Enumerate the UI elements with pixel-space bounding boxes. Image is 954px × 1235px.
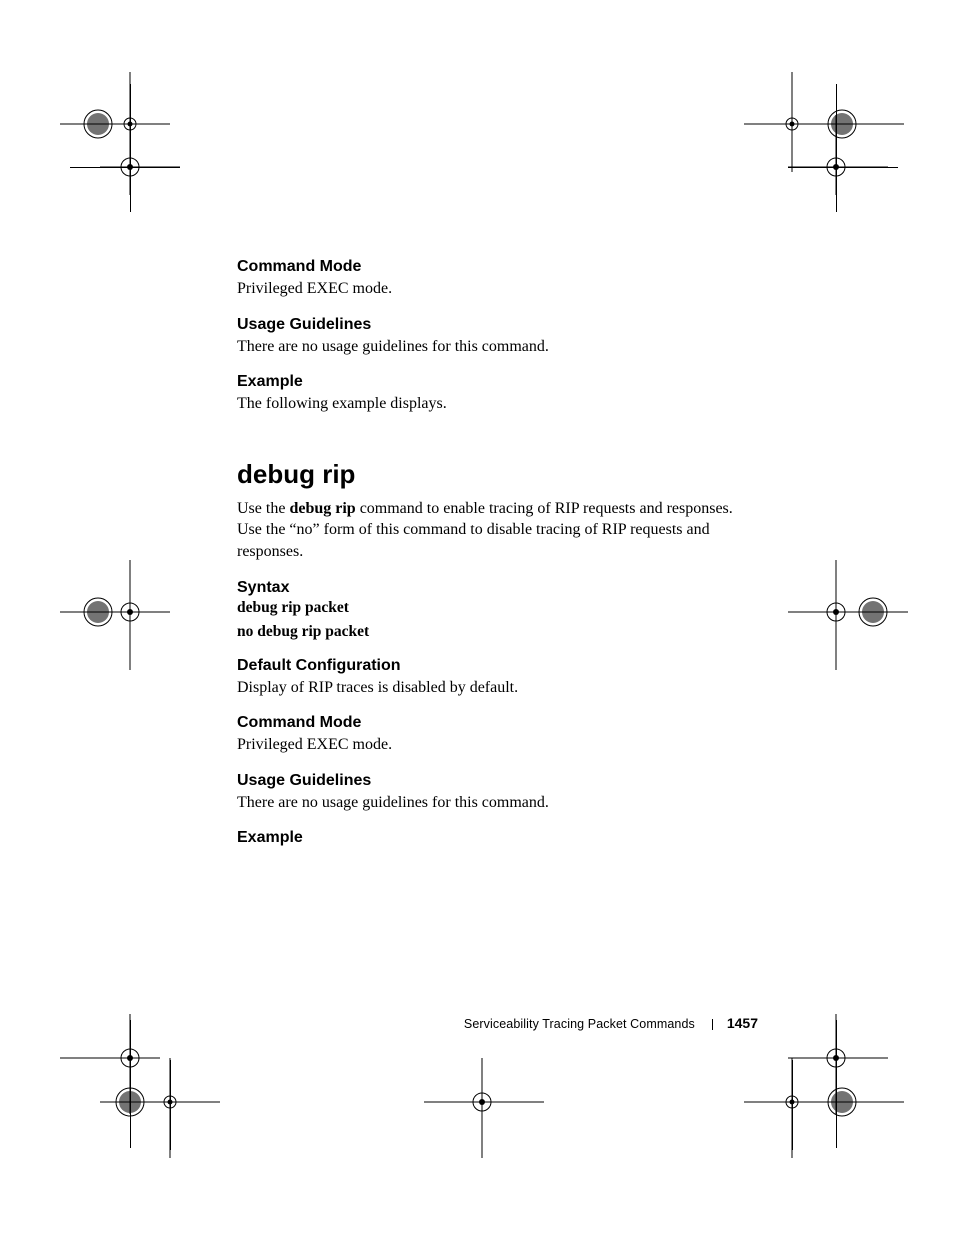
- heading-usage-guidelines: Usage Guidelines: [237, 316, 757, 334]
- text-usage-guidelines: There are no usage guidelines for this c…: [237, 336, 757, 358]
- intro-pre: Use the: [237, 500, 289, 517]
- heading-command-mode: Command Mode: [237, 258, 757, 276]
- guide-line: [130, 84, 131, 212]
- guide-line: [70, 167, 180, 168]
- crop-mark-icon: [60, 560, 170, 670]
- crop-mark-icon: [788, 560, 908, 670]
- text-command-mode-2: Privileged EXEC mode.: [237, 734, 757, 756]
- crop-mark-icon: [788, 1014, 888, 1114]
- command-title: debug rip: [237, 459, 757, 490]
- crop-mark-icon: [100, 1058, 220, 1158]
- heading-usage-guidelines-2: Usage Guidelines: [237, 772, 757, 790]
- guide-line: [792, 1060, 793, 1150]
- intro-bold: debug rip: [289, 500, 355, 517]
- text-default-configuration: Display of RIP traces is disabled by def…: [237, 677, 757, 699]
- syntax-line-2: no debug rip packet: [237, 623, 757, 641]
- heading-syntax: Syntax: [237, 579, 757, 597]
- guide-line: [788, 167, 898, 168]
- footer-separator: [712, 1019, 713, 1030]
- heading-command-mode-2: Command Mode: [237, 714, 757, 732]
- text-example: The following example displays.: [237, 393, 757, 415]
- crop-mark-icon: [424, 1058, 544, 1158]
- text-usage-guidelines-2: There are no usage guidelines for this c…: [237, 792, 757, 814]
- text-command-mode: Privileged EXEC mode.: [237, 278, 757, 300]
- command-intro: Use the debug rip command to enable trac…: [237, 498, 757, 563]
- page-content: Command Mode Privileged EXEC mode. Usage…: [237, 258, 757, 849]
- heading-example-2: Example: [237, 829, 757, 847]
- page-number: 1457: [727, 1015, 758, 1031]
- guide-line: [130, 1020, 131, 1148]
- crop-mark-icon: [100, 115, 180, 195]
- guide-line: [836, 1020, 837, 1148]
- footer-title: Serviceability Tracing Packet Commands: [464, 1017, 695, 1031]
- syntax-line-1: debug rip packet: [237, 599, 757, 617]
- heading-example: Example: [237, 373, 757, 391]
- guide-line: [170, 1060, 171, 1150]
- heading-default-configuration: Default Configuration: [237, 657, 757, 675]
- crop-mark-icon: [788, 115, 888, 195]
- guide-line: [836, 84, 837, 212]
- page-footer: Serviceability Tracing Packet Commands 1…: [0, 1015, 758, 1031]
